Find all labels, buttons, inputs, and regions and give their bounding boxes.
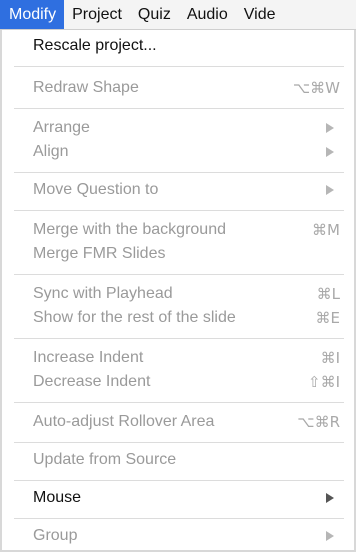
menu-separator <box>14 172 344 173</box>
menu-bar: Modify Project Quiz Audio Vide <box>0 0 356 30</box>
menu-item-move-question-to[interactable]: Move Question to <box>2 177 354 203</box>
modify-menu-dropdown: Rescale project... Redraw Shape ⌥⌘W Arra… <box>0 30 356 552</box>
menubar-item-modify[interactable]: Modify <box>0 0 65 29</box>
chevron-right-icon <box>326 123 334 133</box>
menu-separator <box>14 210 344 211</box>
menu-item-label: Arrange <box>33 119 90 136</box>
menu-separator <box>14 480 344 481</box>
menu-item-label: Update from Source <box>33 451 177 468</box>
menubar-item-project[interactable]: Project <box>64 0 130 29</box>
menu-item-shortcut: ⌘M <box>312 221 340 239</box>
menu-item-label: Align <box>33 143 69 160</box>
menu-item-label: Show for the rest of the slide <box>33 309 236 326</box>
menu-item-increase-indent[interactable]: Increase Indent ⌘I <box>2 345 354 371</box>
menu-item-sync-with-playhead[interactable]: Sync with Playhead ⌘L <box>2 281 354 307</box>
menu-item-shortcut: ⇧⌘I <box>308 373 340 391</box>
menu-item-mouse[interactable]: Mouse <box>2 485 354 511</box>
menu-item-label: Sync with Playhead <box>33 285 173 302</box>
chevron-right-icon <box>326 185 334 195</box>
menu-item-label: Decrease Indent <box>33 373 151 390</box>
menu-item-group[interactable]: Group <box>2 523 354 549</box>
menu-item-label: Mouse <box>33 489 82 506</box>
menu-separator <box>14 518 344 519</box>
menu-item-label: Redraw Shape <box>33 79 139 96</box>
menu-item-label: Move Question to <box>33 181 159 198</box>
menubar-item-quiz[interactable]: Quiz <box>130 0 179 29</box>
menu-item-rescale-project[interactable]: Rescale project... <box>2 33 354 59</box>
menu-item-align[interactable]: Align <box>2 139 354 165</box>
chevron-right-icon <box>326 531 334 541</box>
menu-item-label: Increase Indent <box>33 349 144 366</box>
menu-item-shortcut: ⌥⌘W <box>292 79 340 97</box>
menu-item-decrease-indent[interactable]: Decrease Indent ⇧⌘I <box>2 369 354 395</box>
menu-separator <box>14 442 344 443</box>
chevron-right-icon <box>326 493 334 503</box>
menu-item-show-for-rest-of-slide[interactable]: Show for the rest of the slide ⌘E <box>2 305 354 331</box>
menu-item-arrange[interactable]: Arrange <box>2 115 354 141</box>
menu-item-shortcut: ⌘E <box>315 309 340 327</box>
menu-item-merge-with-background[interactable]: Merge with the background ⌘M <box>2 217 354 243</box>
menu-item-update-from-source[interactable]: Update from Source <box>2 447 354 473</box>
menu-item-shortcut: ⌘I <box>320 349 340 367</box>
menu-separator <box>14 338 344 339</box>
menu-item-redraw-shape[interactable]: Redraw Shape ⌥⌘W <box>2 75 354 101</box>
menubar-item-audio[interactable]: Audio <box>179 0 236 29</box>
menu-item-merge-fmr-slides[interactable]: Merge FMR Slides <box>2 241 354 267</box>
menu-separator <box>14 274 344 275</box>
menu-item-label: Merge with the background <box>33 221 226 238</box>
menu-item-label: Group <box>33 527 78 544</box>
menu-item-auto-adjust-rollover-area[interactable]: Auto-adjust Rollover Area ⌥⌘R <box>2 409 354 435</box>
menu-separator <box>14 66 344 67</box>
menu-item-shortcut: ⌥⌘R <box>297 413 340 431</box>
menu-item-label: Merge FMR Slides <box>33 245 166 262</box>
menu-item-shortcut: ⌘L <box>316 285 340 303</box>
menu-separator <box>14 402 344 403</box>
menu-item-label: Rescale project... <box>33 37 157 54</box>
menu-separator <box>14 108 344 109</box>
chevron-right-icon <box>326 147 334 157</box>
menubar-item-video[interactable]: Vide <box>236 0 284 29</box>
menu-item-label: Auto-adjust Rollover Area <box>33 413 215 430</box>
